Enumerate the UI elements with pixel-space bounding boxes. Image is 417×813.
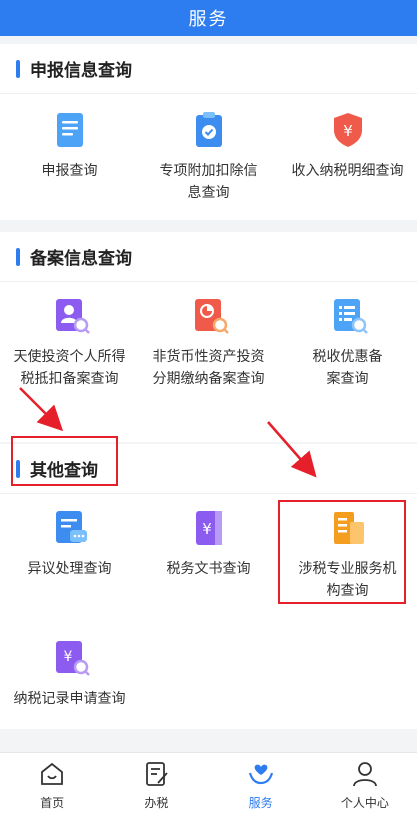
service-item-label: 异议处理查询: [27, 561, 112, 577]
section-accent-bar: [16, 59, 20, 78]
edit-document-icon: [142, 761, 170, 791]
tab-home[interactable]: 首页: [0, 753, 104, 813]
svg-text:¥: ¥: [343, 122, 353, 140]
tab-personal-center[interactable]: 个人中心: [313, 753, 417, 813]
service-item-label: 税收优惠备案查询: [312, 349, 383, 387]
service-item-label: 非货币性资产投资分期缴纳备案查询: [152, 349, 265, 387]
service-item-non-monetary-asset-query[interactable]: 非货币性资产投资分期缴纳备案查询: [139, 298, 278, 390]
list-search-icon: [332, 298, 368, 334]
annotation-box-agency-query: [278, 500, 406, 604]
section-title: 申报信息查询: [30, 61, 132, 81]
service-item-angel-investment-query[interactable]: 天使投资个人所得税抵扣备案查询: [0, 298, 139, 390]
section-title: 备案信息查询: [30, 249, 132, 269]
section-header: 申报信息查询: [0, 44, 417, 94]
svg-text:¥: ¥: [202, 520, 212, 538]
tab-label: 办税: [144, 796, 169, 810]
yen-shield-icon: ¥: [332, 112, 364, 148]
service-item-label: 纳税记录申请查询: [13, 691, 126, 707]
service-item-objection-query[interactable]: 异议处理查询: [0, 510, 139, 580]
clipboard-check-icon: [193, 112, 225, 148]
home-icon: [38, 761, 66, 791]
chat-document-icon: [54, 510, 87, 546]
annotation-box-other-query: [11, 436, 118, 486]
service-item-income-tax-detail-query[interactable]: ¥ 收入纳税明细查询: [278, 112, 417, 182]
person-search-icon: [54, 298, 90, 334]
section-filing-query: 备案信息查询 天使投资个人所得税抵扣备案查询 非货币性资产投资分期缴纳备案查询 …: [0, 232, 417, 442]
service-item-label: 税务文书查询: [166, 561, 251, 577]
service-item-tax-preference-query[interactable]: 税收优惠备案查询: [278, 298, 417, 390]
tab-service[interactable]: 服务: [209, 753, 313, 813]
service-item-special-deduction-query[interactable]: 专项附加扣除信息查询: [139, 112, 278, 204]
service-item-label: 天使投资个人所得税抵扣备案查询: [13, 349, 126, 387]
section-header: 备案信息查询: [0, 232, 417, 282]
tab-label: 首页: [40, 796, 65, 810]
yen-book-icon: ¥: [193, 510, 225, 546]
bottom-tab-bar: 首页 办税 服务 个人中心: [0, 752, 417, 813]
service-item-tax-document-query[interactable]: ¥ 税务文书查询: [139, 510, 278, 580]
user-icon: [351, 761, 379, 791]
service-item-tax-record-application-query[interactable]: ¥ 纳税记录申请查询: [0, 640, 139, 710]
section-declaration-query: 申报信息查询 申报查询 专项附加扣除信息查询 ¥ 收入纳税明细查询: [0, 44, 417, 220]
heart-hands-icon: [247, 761, 275, 791]
app-header: 服务: [0, 0, 417, 36]
page-title: 服务: [188, 9, 229, 30]
service-item-label: 专项附加扣除信息查询: [159, 163, 258, 201]
tab-label: 服务: [248, 796, 273, 810]
service-item-label: 收入纳税明细查询: [291, 163, 404, 179]
yen-search-icon: ¥: [54, 640, 90, 676]
svg-text:¥: ¥: [63, 649, 72, 665]
document-icon: [54, 112, 86, 148]
section-accent-bar: [16, 247, 20, 266]
pie-search-icon: [193, 298, 229, 334]
service-item-label: 申报查询: [41, 163, 98, 179]
tab-label: 个人中心: [340, 796, 389, 810]
tab-tax[interactable]: 办税: [104, 753, 208, 813]
service-item-declaration-query[interactable]: 申报查询: [0, 112, 139, 182]
